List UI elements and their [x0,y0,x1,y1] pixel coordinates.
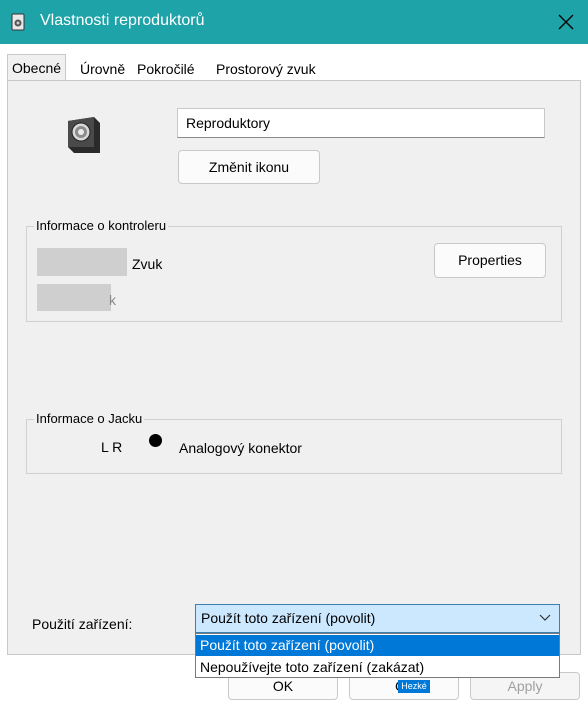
jack-info-label: Informace o Jacku [34,411,145,426]
device-name-field[interactable]: Reproduktory [177,108,545,138]
chevron-down-icon [539,614,551,621]
device-usage-selected-value: Použít toto zařízení (povolit) [201,610,376,626]
speaker-device-icon [68,117,100,153]
dropdown-option-enable[interactable]: Použít toto zařízení (povolit) [196,635,559,656]
properties-button[interactable]: Properties [434,243,546,278]
tab-levels[interactable]: Úrovně [80,58,125,80]
tab-spatial-sound[interactable]: Prostorový zvuk [216,58,316,80]
title-bar: Vlastnosti reproduktorů [0,0,588,44]
tooltip: Hezké [398,680,430,693]
speaker-icon [11,13,25,31]
device-usage-label: Použití zařízení: [32,616,133,632]
tab-general[interactable]: Obecné [7,54,67,80]
close-icon [558,14,574,30]
close-button[interactable] [544,0,588,44]
change-icon-button[interactable]: Změnit ikonu [178,150,320,184]
redacted-block [37,284,111,311]
device-usage-dropdown-list: Použít toto zařízení (povolit) Nepoužíve… [195,633,560,678]
jack-channels: L R [101,439,123,455]
device-usage-select[interactable]: Použít toto zařízení (povolit) [195,604,560,633]
controller-line2-suffix: k [109,292,116,308]
controller-name-suffix: Zvuk [132,256,163,272]
jack-connector-label: Analogový konektor [179,440,302,456]
jack-connector-icon [149,434,162,447]
redacted-block [37,248,127,276]
controller-info-label: Informace o kontroleru [34,218,169,233]
tab-strip: Obecné Úrovně Pokročilé Prostorový zvuk [0,44,588,80]
window-title: Vlastnosti reproduktorů [40,12,205,29]
dropdown-option-disable[interactable]: Nepoužívejte toto zařízení (zakázat) [196,657,559,678]
tab-advanced[interactable]: Pokročilé [137,58,195,80]
